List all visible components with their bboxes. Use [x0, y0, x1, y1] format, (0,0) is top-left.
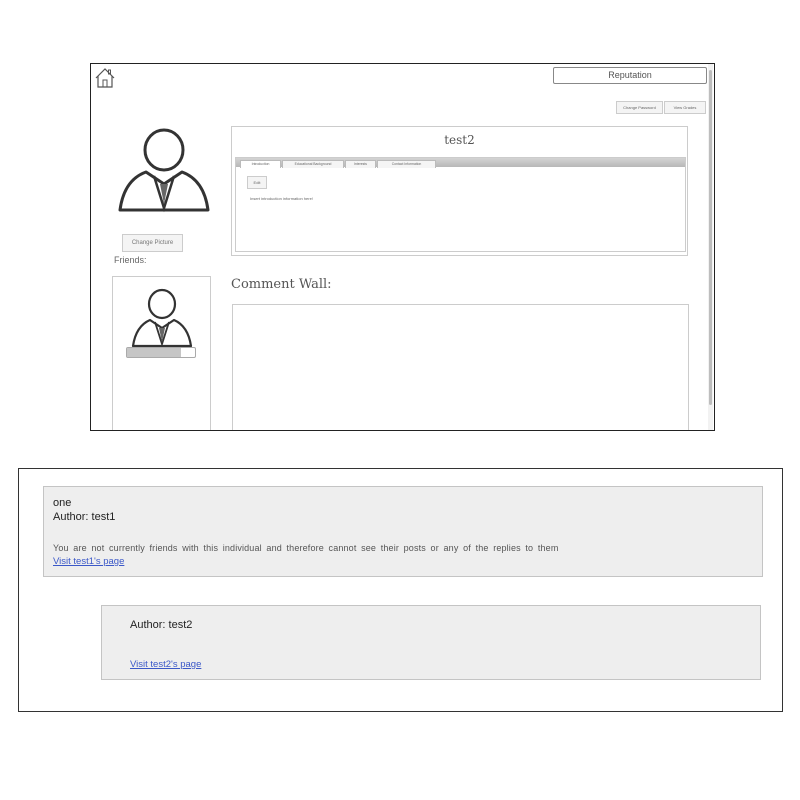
- profile-info-panel: test2 Introduction Educational Backgroun…: [231, 126, 688, 256]
- friend-reputation-bar: [126, 347, 196, 358]
- tab-strip: Introduction Educational Background Inte…: [236, 158, 685, 168]
- reply-author: Author: test2: [130, 619, 193, 631]
- friend-reputation-bar-fill: [127, 348, 182, 357]
- tab-introduction[interactable]: Introduction: [240, 160, 281, 168]
- friends-list: [112, 276, 211, 430]
- tab-contact-information[interactable]: Contact Information: [377, 160, 436, 168]
- visit-author-page-link[interactable]: Visit test2's page: [130, 659, 201, 670]
- post-author: Author: test1: [53, 511, 116, 523]
- profile-name: test2: [444, 133, 475, 147]
- view-grades-button[interactable]: View Grades: [664, 101, 706, 114]
- visit-author-page-link[interactable]: Visit test1's page: [53, 556, 124, 567]
- introduction-text: Insert introduction information here!: [250, 196, 313, 201]
- comment-thread-screenshot: one Author: test1 You are not currently …: [18, 468, 783, 712]
- tab-interests[interactable]: Interests: [345, 160, 376, 168]
- change-picture-button[interactable]: Change Picture: [122, 234, 183, 252]
- home-icon[interactable]: [94, 67, 116, 89]
- post-title: one: [53, 497, 72, 509]
- friends-label: Friends:: [114, 255, 147, 265]
- tab-educational-background[interactable]: Educational Background: [282, 160, 344, 168]
- profile-page-screenshot: Reputation Change Password View Grades C…: [90, 63, 715, 431]
- post-privacy-note: You are not currently friends with this …: [53, 543, 559, 553]
- comment-post: one Author: test1 You are not currently …: [43, 486, 763, 577]
- edit-button[interactable]: Edit: [247, 176, 267, 189]
- user-avatar-icon: [118, 128, 210, 213]
- comment-wall-heading: Comment Wall:: [231, 277, 332, 292]
- friend-avatar-icon[interactable]: [130, 286, 194, 348]
- comment-reply: Author: test2 Visit test2's page: [101, 605, 761, 680]
- profile-tabs: Introduction Educational Background Inte…: [235, 157, 686, 252]
- comment-wall-input[interactable]: [232, 304, 689, 430]
- reputation-button[interactable]: Reputation: [553, 67, 707, 84]
- change-password-button[interactable]: Change Password: [616, 101, 663, 114]
- scrollbar-thumb[interactable]: [709, 70, 712, 405]
